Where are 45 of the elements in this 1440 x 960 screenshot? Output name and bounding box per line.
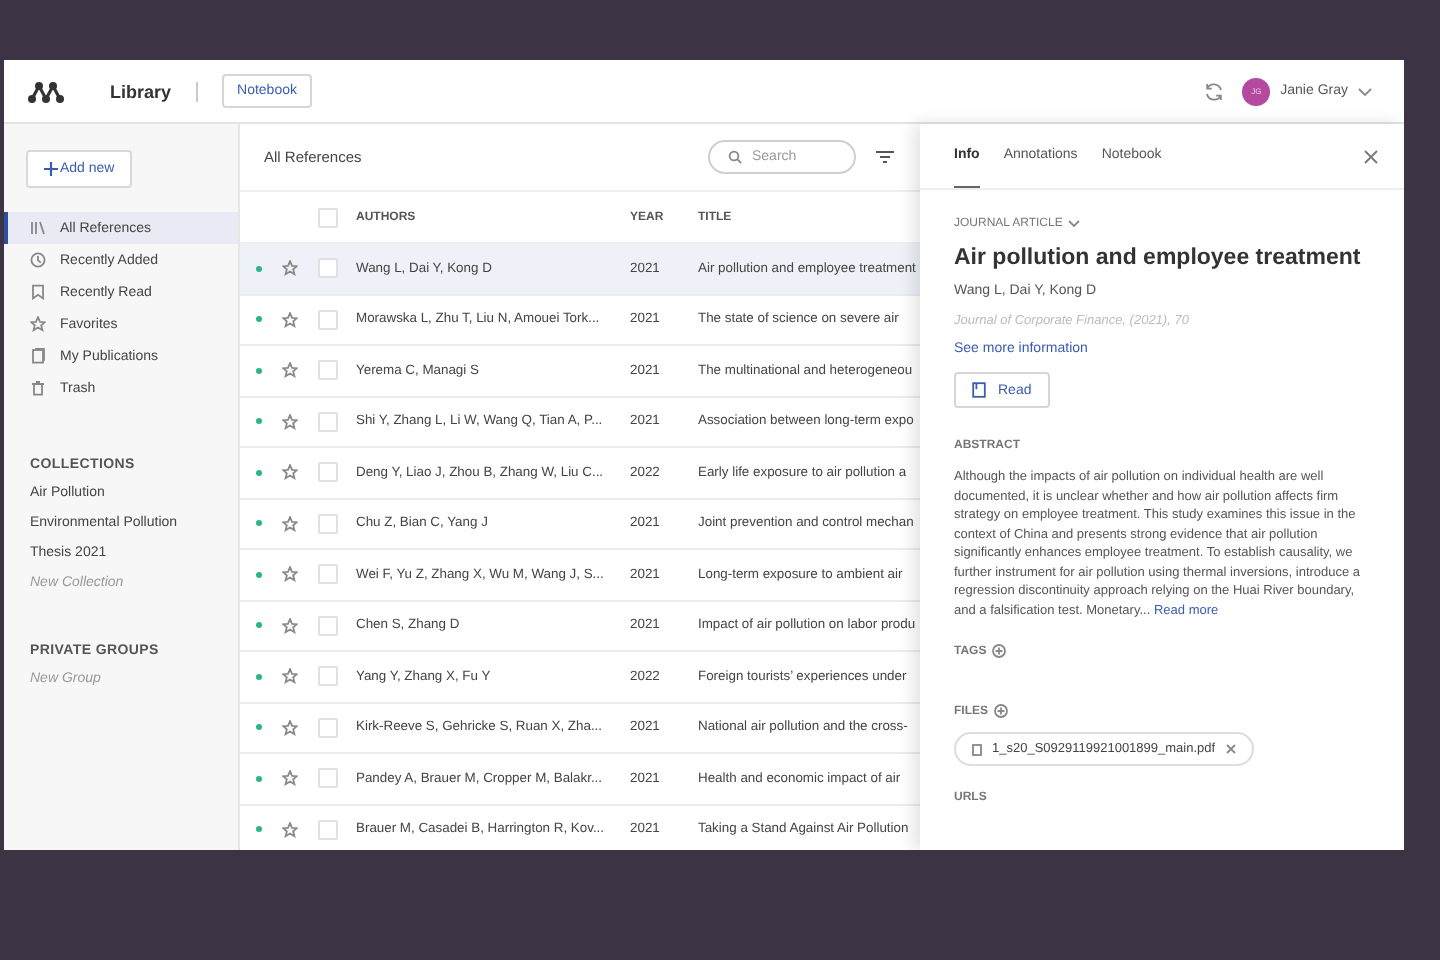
row-checkbox[interactable] — [318, 513, 338, 534]
trash-icon — [30, 380, 46, 396]
row-checkbox[interactable] — [318, 411, 338, 432]
star-icon[interactable] — [282, 719, 298, 736]
close-icon[interactable] — [1364, 149, 1378, 163]
document-icon — [30, 348, 46, 364]
star-icon[interactable] — [282, 821, 298, 838]
chevron-down-icon — [1358, 87, 1372, 95]
row-checkbox[interactable] — [318, 666, 338, 687]
star-icon[interactable] — [282, 311, 298, 328]
book-icon — [972, 382, 986, 398]
add-tag-icon[interactable] — [992, 644, 1007, 658]
plus-icon — [44, 162, 58, 176]
star-icon[interactable] — [282, 566, 298, 583]
library-icon — [30, 220, 46, 236]
star-icon[interactable] — [282, 668, 298, 685]
row-checkbox[interactable] — [318, 717, 338, 738]
star-icon[interactable] — [282, 260, 298, 277]
app-title: Library — [110, 81, 172, 101]
row-checkbox[interactable] — [318, 258, 338, 279]
refresh-icon[interactable] — [1204, 81, 1225, 101]
select-all-checkbox[interactable] — [318, 207, 338, 227]
filter-icon[interactable] — [876, 150, 894, 164]
logo-icon[interactable] — [26, 79, 66, 103]
row-checkbox[interactable] — [318, 360, 338, 381]
add-file-icon[interactable] — [994, 704, 1009, 718]
row-checkbox[interactable] — [318, 615, 338, 636]
clock-icon — [30, 252, 46, 268]
row-checkbox[interactable] — [318, 309, 338, 330]
row-checkbox[interactable] — [318, 564, 338, 585]
star-icon[interactable] — [282, 413, 298, 430]
reference-title: Air pollution and employee treatment — [954, 246, 1363, 270]
star-icon[interactable] — [282, 362, 298, 379]
bookmark-icon — [30, 284, 46, 300]
file-icon — [972, 743, 982, 755]
row-checkbox[interactable] — [318, 819, 338, 840]
star-icon[interactable] — [282, 770, 298, 787]
row-checkbox[interactable] — [318, 462, 338, 483]
row-checkbox[interactable] — [318, 768, 338, 789]
star-icon[interactable] — [282, 617, 298, 634]
star-icon — [30, 316, 46, 332]
star-icon[interactable] — [282, 464, 298, 481]
star-icon[interactable] — [282, 515, 298, 532]
remove-icon[interactable] — [1225, 744, 1236, 754]
chevron-down-icon — [1068, 220, 1081, 228]
